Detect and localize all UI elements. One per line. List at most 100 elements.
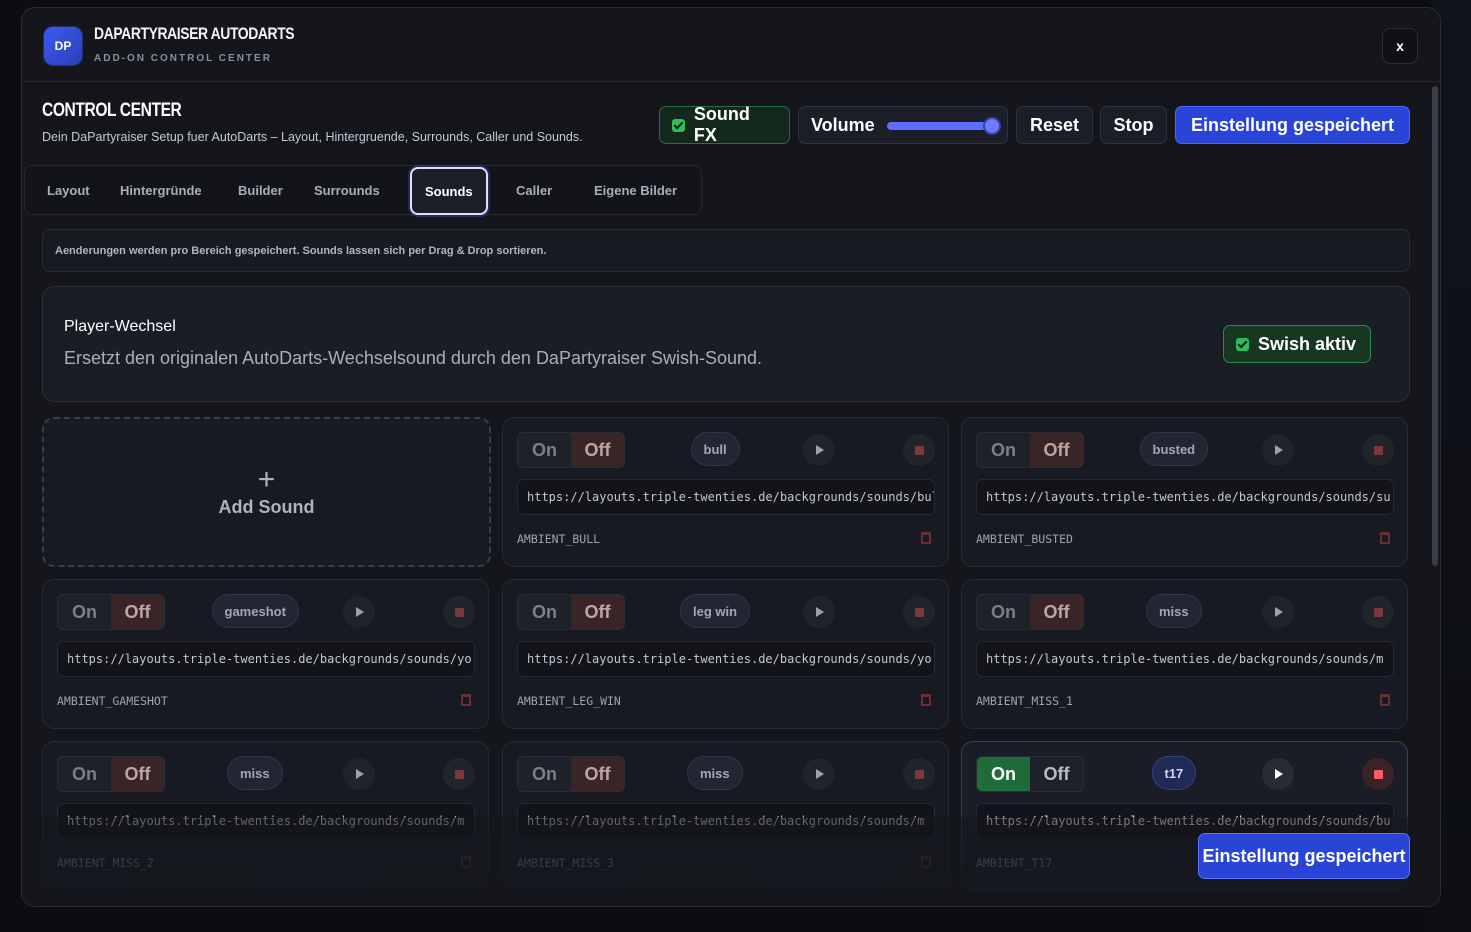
- on-option[interactable]: On: [977, 433, 1030, 467]
- off-option[interactable]: Off: [571, 757, 624, 791]
- sound-tag[interactable]: busted: [1139, 432, 1209, 466]
- on-option[interactable]: On: [977, 595, 1030, 629]
- sound-tag[interactable]: miss: [687, 756, 743, 790]
- on-off-toggle[interactable]: On Off: [976, 594, 1084, 630]
- on-off-toggle[interactable]: On Off: [976, 432, 1084, 468]
- stop-button[interactable]: Stop: [1100, 106, 1167, 144]
- play-button[interactable]: [343, 758, 375, 790]
- trash-icon[interactable]: [461, 694, 471, 706]
- trash-icon[interactable]: [1380, 532, 1390, 544]
- on-option[interactable]: On: [58, 757, 111, 791]
- trash-icon[interactable]: [1380, 694, 1390, 706]
- volume-slider-handle[interactable]: [985, 119, 999, 133]
- tab-caller[interactable]: Caller: [516, 166, 552, 214]
- volume-label: Volume: [811, 114, 875, 135]
- play-icon: [816, 445, 824, 455]
- close-button[interactable]: x: [1382, 28, 1418, 64]
- sound-tag[interactable]: gameshot: [211, 594, 299, 628]
- stop-icon: [914, 607, 924, 617]
- volume-slider[interactable]: [887, 119, 999, 133]
- on-option[interactable]: On: [518, 595, 571, 629]
- play-button[interactable]: [803, 596, 835, 628]
- sound-url-input[interactable]: https://layouts.triple-twenties.de/backg…: [976, 479, 1394, 515]
- sound-card[interactable]: On Off leg win https://layouts.triple-twent…: [502, 579, 949, 729]
- stop-icon: [914, 445, 924, 455]
- off-option[interactable]: Off: [1030, 433, 1083, 467]
- off-option[interactable]: Off: [111, 757, 164, 791]
- stop-icon: [1373, 607, 1383, 617]
- save-status-button[interactable]: Einstellung gespeichert: [1175, 106, 1410, 144]
- sound-card[interactable]: On Off gameshot https://layouts.triple-twen…: [42, 579, 489, 729]
- stop-sound-button[interactable]: [1362, 434, 1394, 466]
- add-sound-button[interactable]: + Add Sound: [42, 417, 491, 567]
- reset-button[interactable]: Reset: [1016, 106, 1093, 144]
- scrollbar[interactable]: [1432, 86, 1438, 566]
- play-icon: [1275, 445, 1283, 455]
- on-off-toggle[interactable]: On Off: [517, 756, 625, 792]
- player-switch-panel: Player-Wechsel Ersetzt den originalen Au…: [42, 286, 1410, 402]
- tab-hintergruende[interactable]: Hintergründe: [120, 166, 202, 214]
- stop-icon: [914, 769, 924, 779]
- on-off-toggle[interactable]: On Off: [57, 756, 165, 792]
- play-button[interactable]: [1262, 596, 1294, 628]
- stop-sound-button[interactable]: [1362, 758, 1394, 790]
- trash-icon[interactable]: [921, 694, 931, 706]
- play-icon: [356, 607, 364, 617]
- player-switch-description: Ersetzt den originalen AutoDarts-Wechsel…: [64, 348, 763, 368]
- tab-layout[interactable]: Layout: [47, 166, 90, 214]
- sound-key: AMBIENT_GAMESHOT: [57, 694, 168, 708]
- on-off-toggle[interactable]: On Off: [517, 432, 625, 468]
- tab-surrounds[interactable]: Surrounds: [314, 166, 380, 214]
- on-option[interactable]: On: [58, 595, 111, 629]
- off-option[interactable]: Off: [111, 595, 164, 629]
- on-option[interactable]: On: [518, 433, 571, 467]
- tab-sounds[interactable]: Sounds: [410, 167, 488, 215]
- sound-tag[interactable]: miss: [227, 756, 283, 790]
- tab-eigene-bilder[interactable]: Eigene Bilder: [594, 166, 677, 214]
- tab-builder[interactable]: Builder: [238, 166, 283, 214]
- on-option[interactable]: On: [977, 757, 1030, 791]
- stop-sound-button[interactable]: [903, 434, 935, 466]
- play-button[interactable]: [1262, 758, 1294, 790]
- sound-url-input[interactable]: https://layouts.triple-twenties.de/backg…: [517, 641, 935, 677]
- saved-toast[interactable]: Einstellung gespeichert: [1198, 833, 1410, 879]
- sound-tag[interactable]: t17: [1151, 756, 1197, 790]
- section-tabs: Layout Hintergründe Builder Surrounds So…: [24, 165, 702, 215]
- on-option[interactable]: On: [518, 757, 571, 791]
- on-off-toggle[interactable]: On Off: [976, 756, 1084, 792]
- app-subtitle: ADD-ON CONTROL CENTER: [94, 53, 272, 64]
- sound-url-input[interactable]: https://layouts.triple-twenties.de/backg…: [517, 479, 935, 515]
- sound-key: AMBIENT_MISS_1: [976, 694, 1073, 708]
- off-option[interactable]: Off: [571, 433, 624, 467]
- play-button[interactable]: [803, 758, 835, 790]
- play-button[interactable]: [803, 434, 835, 466]
- sound-tag[interactable]: leg win: [680, 594, 751, 628]
- stop-sound-button[interactable]: [1362, 596, 1394, 628]
- play-button[interactable]: [343, 596, 375, 628]
- sound-key: AMBIENT_BUSTED: [976, 532, 1073, 546]
- sound-tag[interactable]: miss: [1146, 594, 1202, 628]
- stop-sound-button[interactable]: [903, 758, 935, 790]
- stop-sound-button[interactable]: [443, 596, 475, 628]
- sound-card[interactable]: OnOff miss https://layouts.triple-twenties…: [961, 579, 1408, 729]
- swish-toggle[interactable]: Swish aktiv: [1223, 325, 1371, 363]
- sound-url-input[interactable]: https://layouts.triple-twenties.de/backg…: [976, 641, 1394, 677]
- off-option[interactable]: Off: [1030, 595, 1083, 629]
- stop-sound-button[interactable]: [903, 596, 935, 628]
- sound-url-input[interactable]: https://layouts.triple-twenties.de/backg…: [57, 641, 475, 677]
- stop-sound-button[interactable]: [443, 758, 475, 790]
- trash-icon[interactable]: [921, 532, 931, 544]
- checkbox-icon: [1236, 337, 1249, 351]
- off-option[interactable]: Off: [571, 595, 624, 629]
- sound-card[interactable]: On Off busted https://layouts.triple-twenti…: [961, 417, 1408, 567]
- off-option[interactable]: Off: [1030, 757, 1083, 791]
- play-button[interactable]: [1262, 434, 1294, 466]
- stop-icon: [1373, 769, 1383, 779]
- on-off-toggle[interactable]: On Off: [517, 594, 625, 630]
- play-icon: [356, 769, 364, 779]
- sound-card[interactable]: On Off bull https://layouts.triple-twenties…: [502, 417, 949, 567]
- sound-fx-toggle[interactable]: Sound FX: [659, 104, 790, 145]
- on-off-toggle[interactable]: On Off: [57, 594, 165, 630]
- page-title: CONTROL CENTER: [42, 100, 182, 121]
- sound-tag[interactable]: bull: [690, 432, 740, 466]
